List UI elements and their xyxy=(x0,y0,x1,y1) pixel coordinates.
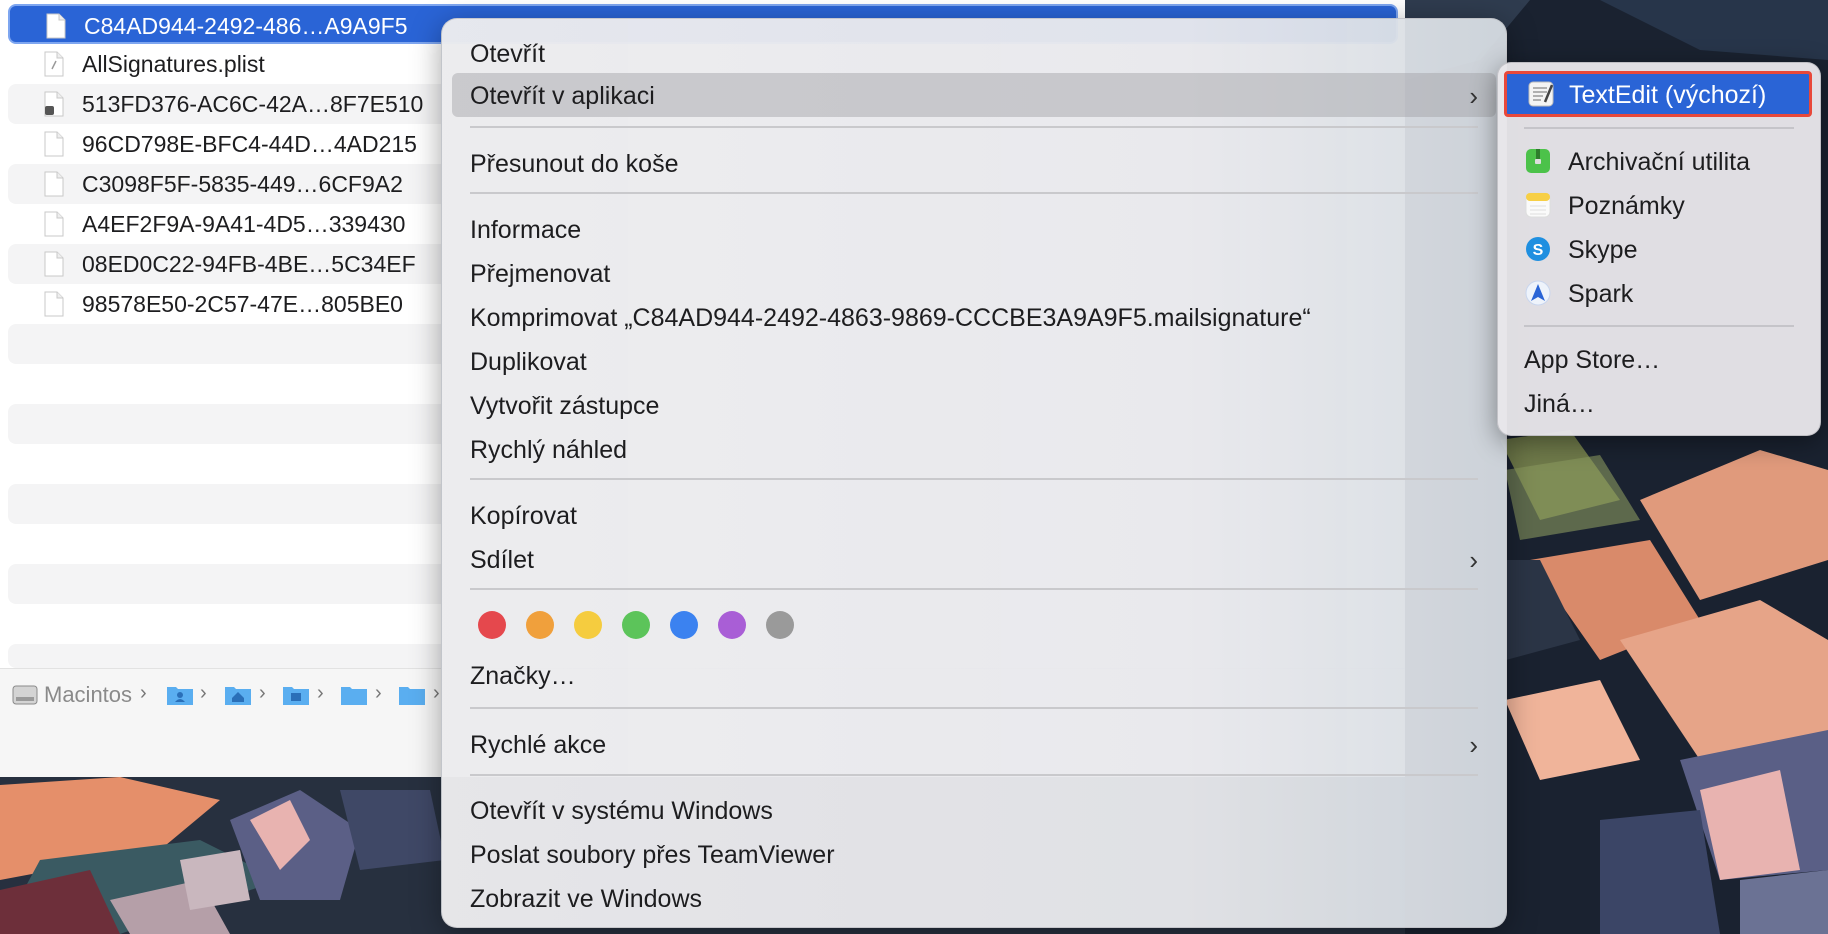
menu-item-compress[interactable]: Komprimovat „C84AD944-2492-4863-9869-CCC… xyxy=(442,295,1506,339)
menu-separator xyxy=(470,707,1478,709)
file-name: A4EF2F9A-9A41-4D5…339430 xyxy=(82,211,406,237)
document-icon xyxy=(44,131,64,157)
menu-item-open[interactable]: Otevřít xyxy=(442,31,1506,75)
document-icon xyxy=(46,13,66,39)
menu-item-quick-look[interactable]: Rychlý náhled xyxy=(442,427,1506,471)
plist-document-icon xyxy=(44,51,64,77)
file-name: 98578E50-2C57-47E…805BE0 xyxy=(82,291,403,317)
path-separator: › xyxy=(433,682,440,704)
hard-disk-icon xyxy=(12,685,38,705)
menu-separator xyxy=(470,126,1478,128)
chevron-right-icon: › xyxy=(1469,730,1478,760)
folder-icon xyxy=(399,687,425,705)
menu-item-info[interactable]: Informace xyxy=(442,207,1506,251)
menu-item-share[interactable]: Sdílet › xyxy=(442,537,1506,581)
path-item-home[interactable] xyxy=(224,681,252,709)
locked-document-icon xyxy=(44,91,64,117)
open-with-submenu: TextEdit (výchozí) Archivační utilita Po… xyxy=(1497,62,1821,436)
path-item-user[interactable] xyxy=(166,681,194,709)
path-separator: › xyxy=(259,682,266,704)
folder-icon xyxy=(341,687,367,705)
document-icon xyxy=(44,251,64,277)
tag-blue[interactable] xyxy=(670,611,698,639)
menu-item-send-teamviewer[interactable]: Poslat soubory přes TeamViewer xyxy=(442,832,1506,876)
path-item-disk[interactable]: Macintos xyxy=(12,681,132,709)
menu-item-quick-actions[interactable]: Rychlé akce › xyxy=(442,722,1506,766)
menu-item-open-with[interactable]: Otevřít v aplikaci › xyxy=(452,73,1496,117)
menu-item-open-in-windows[interactable]: Otevřít v systému Windows xyxy=(442,788,1506,832)
path-item-folder[interactable] xyxy=(398,681,426,709)
path-separator: › xyxy=(200,682,207,704)
path-separator: › xyxy=(140,682,147,704)
menu-separator xyxy=(1524,127,1794,129)
menu-item-rename[interactable]: Přejmenovat xyxy=(442,251,1506,295)
menu-separator xyxy=(470,192,1478,194)
context-menu: Otevřít Otevřít v aplikaci › Přesunout do… xyxy=(441,18,1507,928)
path-item-library[interactable] xyxy=(282,681,310,709)
document-icon xyxy=(44,171,64,197)
menu-item-duplicate[interactable]: Duplikovat xyxy=(442,339,1506,383)
tag-purple[interactable] xyxy=(718,611,746,639)
path-item-folder[interactable] xyxy=(340,681,368,709)
submenu-item-notes[interactable]: Poznámky xyxy=(1498,183,1820,227)
file-name: C84AD944-2492-486…A9A9F5 xyxy=(84,13,408,39)
skype-icon: S xyxy=(1526,237,1550,261)
home-folder-icon xyxy=(225,687,251,705)
file-name: C3098F5F-5835-449…6CF9A2 xyxy=(82,171,403,197)
file-name: 96CD798E-BFC4-44D…4AD215 xyxy=(82,131,417,157)
submenu-item-textedit[interactable]: TextEdit (výchozí) xyxy=(1504,71,1812,117)
document-icon xyxy=(44,291,64,317)
svg-text:S: S xyxy=(1533,242,1544,259)
menu-separator xyxy=(1524,325,1794,327)
file-name: 513FD376-AC6C-42A…8F7E510 xyxy=(82,91,424,117)
submenu-item-skype[interactable]: S Skype xyxy=(1498,227,1820,271)
menu-item-copy[interactable]: Kopírovat xyxy=(442,493,1506,537)
submenu-item-archive-utility[interactable]: Archivační utilita xyxy=(1498,139,1820,183)
submenu-item-spark[interactable]: Spark xyxy=(1498,271,1820,315)
disk-label: Macintos xyxy=(44,682,133,707)
menu-separator xyxy=(470,774,1478,776)
tag-green[interactable] xyxy=(622,611,650,639)
path-separator: › xyxy=(317,682,324,704)
menu-item-show-in-windows[interactable]: Zobrazit ve Windows xyxy=(442,876,1506,920)
file-name: AllSignatures.plist xyxy=(82,51,265,77)
tag-orange[interactable] xyxy=(526,611,554,639)
submenu-item-app-store[interactable]: App Store… xyxy=(1498,337,1820,381)
menu-item-move-to-trash[interactable]: Přesunout do koše xyxy=(442,141,1506,185)
menu-separator xyxy=(470,478,1478,480)
archive-utility-icon xyxy=(1526,149,1550,173)
menu-item-tags[interactable]: Značky… xyxy=(442,653,1506,697)
notes-icon xyxy=(1525,192,1551,218)
spark-icon xyxy=(1525,280,1551,306)
textedit-icon xyxy=(1528,81,1554,107)
tag-gray[interactable] xyxy=(766,611,794,639)
library-folder-icon xyxy=(283,687,309,705)
chevron-right-icon: › xyxy=(1469,545,1478,575)
tag-red[interactable] xyxy=(478,611,506,639)
menu-item-make-alias[interactable]: Vytvořit zástupce xyxy=(442,383,1506,427)
menu-separator xyxy=(470,588,1478,590)
chevron-right-icon: › xyxy=(1469,81,1478,111)
submenu-item-other[interactable]: Jiná… xyxy=(1498,381,1820,425)
file-name: 08ED0C22-94FB-4BE…5C34EF xyxy=(82,251,416,277)
path-separator: › xyxy=(375,682,382,704)
user-folder-icon xyxy=(167,687,193,705)
tag-yellow[interactable] xyxy=(574,611,602,639)
document-icon xyxy=(44,211,64,237)
